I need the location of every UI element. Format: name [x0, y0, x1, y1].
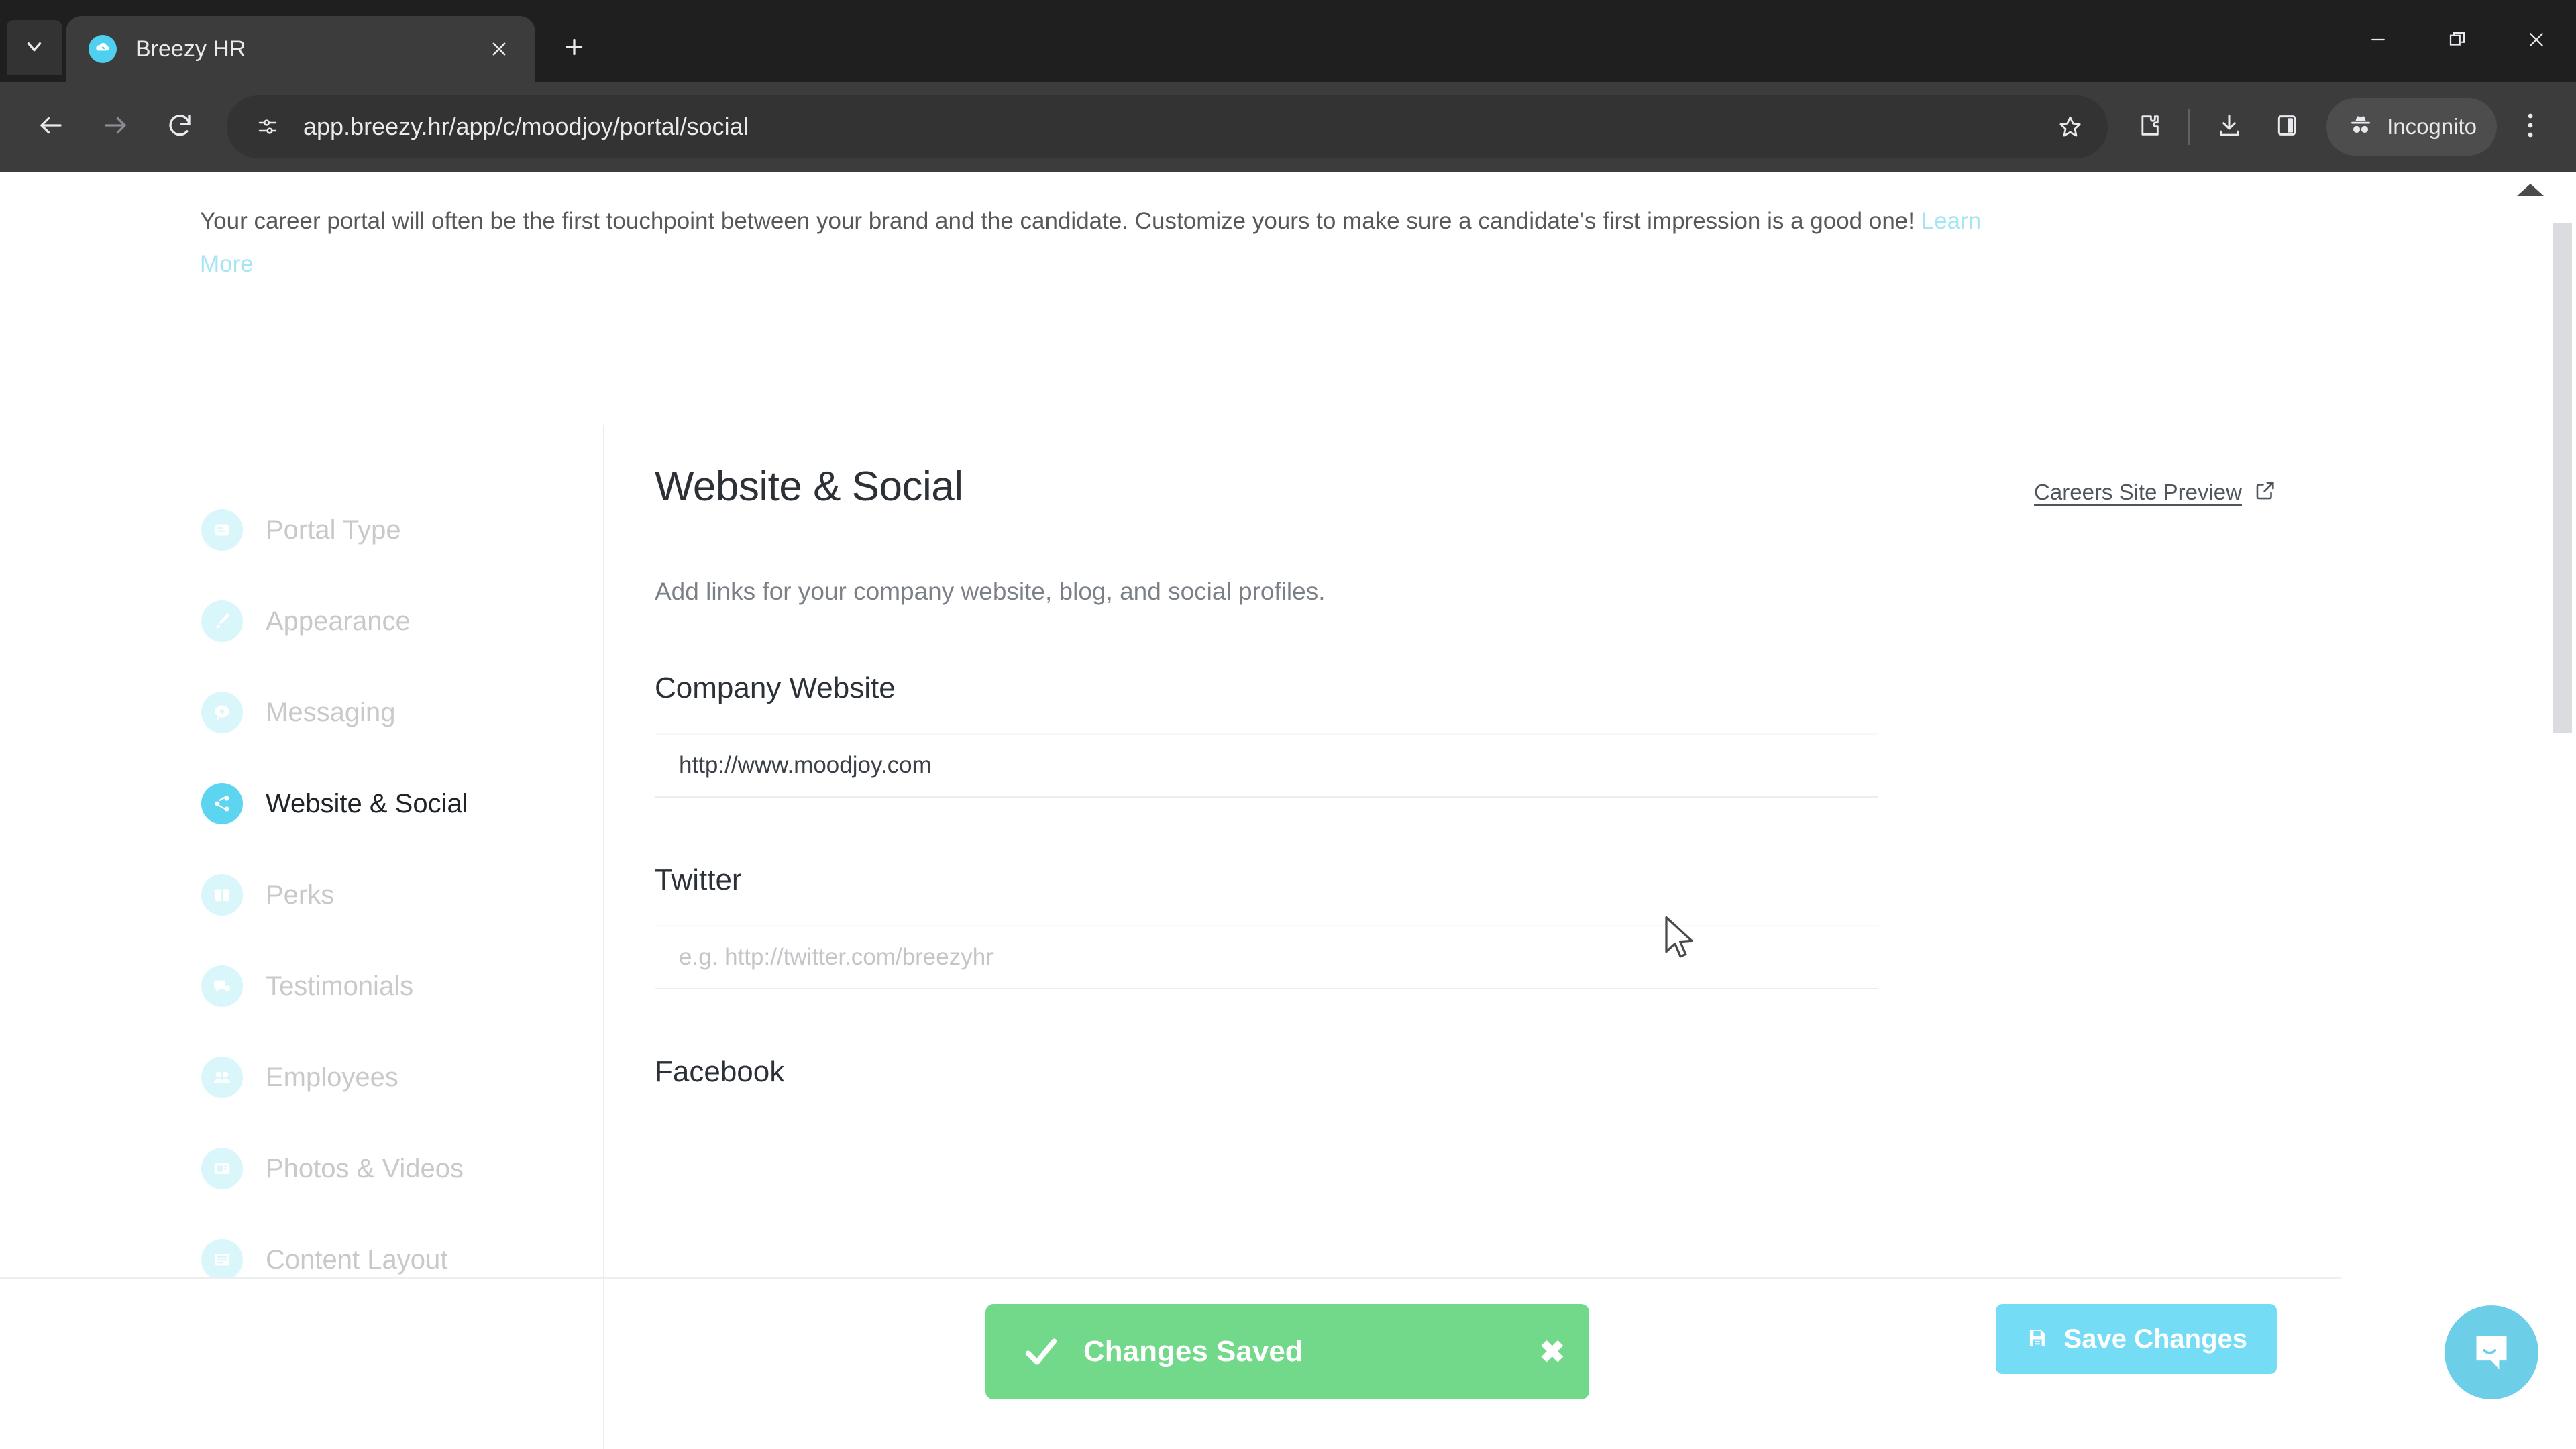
save-changes-button[interactable]: Save Changes — [1995, 1304, 2277, 1374]
sidebar-item-testimonials[interactable]: Testimonials — [0, 941, 604, 1032]
breezy-cloud-icon — [89, 35, 117, 63]
testimonials-icon — [201, 965, 243, 1007]
caret-up-icon[interactable] — [2517, 184, 2544, 196]
messaging-icon — [201, 692, 243, 733]
field-facebook: Facebook — [655, 1055, 2277, 1089]
careers-site-preview-link[interactable]: Careers Site Preview — [2034, 479, 2277, 505]
back-button[interactable] — [19, 95, 83, 159]
sidebar-item-perks[interactable]: Perks — [0, 849, 604, 941]
sidebar-label: Photos & Videos — [266, 1153, 464, 1183]
tab-strip: Breezy HR — [0, 0, 2576, 82]
scrollbar-thumb[interactable] — [2553, 223, 2572, 733]
plus-icon — [562, 35, 586, 62]
browser-toolbar: app.breezy.hr/app/c/moodjoy/portal/socia… — [0, 82, 2576, 172]
restore-icon — [2447, 30, 2467, 53]
forward-button[interactable] — [83, 95, 148, 159]
photos-videos-icon — [201, 1148, 243, 1189]
content-header: Website & Social Careers Site Preview — [655, 463, 2277, 511]
tab-search-button[interactable] — [7, 20, 62, 75]
preview-link-label: Careers Site Preview — [2034, 479, 2242, 504]
close-icon — [2526, 30, 2546, 53]
extensions-puzzle-icon — [2135, 112, 2162, 142]
sidebar-label: Testimonials — [266, 971, 414, 1001]
sidebar-item-photos-videos[interactable]: Photos & Videos — [0, 1123, 604, 1214]
tab-title: Breezy HR — [136, 36, 246, 62]
arrow-left-icon — [37, 111, 65, 143]
perks-icon — [201, 874, 243, 916]
content-layout-icon — [201, 1239, 243, 1281]
portal-type-icon — [201, 509, 243, 551]
browser-tab[interactable]: Breezy HR — [66, 16, 535, 82]
employees-icon — [201, 1057, 243, 1098]
incognito-label: Incognito — [2387, 114, 2477, 139]
close-window-button[interactable] — [2497, 0, 2576, 82]
sidebar-item-employees[interactable]: Employees — [0, 1032, 604, 1123]
incognito-hat-icon — [2347, 111, 2375, 143]
sidebar-label: Perks — [266, 879, 335, 910]
star-icon[interactable] — [2047, 104, 2093, 150]
company-website-input[interactable] — [655, 733, 1878, 798]
save-button-label: Save Changes — [2063, 1324, 2247, 1354]
address-bar[interactable]: app.breezy.hr/app/c/moodjoy/portal/socia… — [227, 95, 2108, 158]
sidebar-item-portal-type[interactable]: Portal Type — [0, 484, 604, 576]
sidebar-label: Content Layout — [266, 1244, 448, 1275]
paintbrush-icon — [201, 600, 243, 642]
minimize-button[interactable] — [2339, 0, 2418, 82]
page-title: Website & Social — [655, 464, 963, 510]
sidebar-label: Employees — [266, 1062, 398, 1092]
maximize-button[interactable] — [2418, 0, 2497, 82]
page-scrollbar[interactable] — [2552, 172, 2576, 1449]
save-bar-divider — [603, 1279, 604, 1449]
sidebar-item-appearance[interactable]: Appearance — [0, 576, 604, 667]
window-controls — [2339, 0, 2576, 82]
share-icon — [201, 783, 243, 824]
arrow-right-icon — [101, 111, 129, 143]
twitter-input[interactable] — [655, 925, 1878, 989]
tab-close-button[interactable] — [482, 32, 517, 66]
sidebar-label: Portal Type — [266, 515, 401, 545]
intro-paragraph: Your career portal will often be the fir… — [200, 200, 2025, 286]
side-panel-icon — [2273, 112, 2300, 142]
sidebar-label: Appearance — [266, 606, 411, 636]
incognito-indicator[interactable]: Incognito — [2326, 98, 2497, 156]
close-x-icon[interactable]: ✖ — [1539, 1336, 1565, 1367]
toast-message: Changes Saved — [1083, 1335, 1303, 1368]
reload-button[interactable] — [148, 95, 212, 159]
sidebar-item-website-social[interactable]: Website & Social — [0, 758, 604, 849]
sidebar-item-messaging[interactable]: Messaging — [0, 667, 604, 758]
browser-window: Breezy HR app.breezy.hr/app/c/moodjoy/po… — [0, 0, 2576, 1449]
floppy-save-icon — [2025, 1326, 2049, 1352]
side-panel-button[interactable] — [2258, 98, 2316, 156]
intercom-launcher-button[interactable] — [2445, 1305, 2538, 1399]
sidebar-label: Messaging — [266, 697, 396, 727]
field-label: Facebook — [655, 1055, 785, 1088]
intercom-chat-icon — [2467, 1327, 2516, 1379]
page-settings-icon[interactable] — [247, 106, 288, 148]
minimize-icon — [2368, 30, 2388, 53]
check-icon — [1022, 1332, 1061, 1371]
toolbar-divider — [2188, 109, 2190, 145]
download-icon — [2216, 112, 2243, 142]
extensions-button[interactable] — [2120, 98, 2178, 156]
browser-menu-button[interactable] — [2504, 98, 2557, 156]
reload-icon — [166, 111, 194, 143]
url-text: app.breezy.hr/app/c/moodjoy/portal/socia… — [303, 113, 749, 140]
page-viewport: Your career portal will often be the fir… — [0, 172, 2576, 1449]
new-tab-button[interactable] — [550, 24, 598, 72]
save-bar: Changes Saved ✖ Save Changes — [0, 1277, 2341, 1449]
field-twitter: Twitter — [655, 863, 2277, 989]
kebab-menu-icon — [2524, 109, 2537, 145]
changes-saved-toast: Changes Saved ✖ — [985, 1304, 1589, 1399]
external-link-icon — [2254, 479, 2277, 505]
intro-text: Your career portal will often be the fir… — [200, 208, 1915, 234]
field-company-website: Company Website — [655, 672, 2277, 798]
sidebar-label: Website & Social — [266, 788, 468, 818]
field-label: Twitter — [655, 863, 742, 896]
downloads-button[interactable] — [2200, 98, 2258, 156]
chevron-down-icon — [23, 35, 46, 61]
content-subtitle: Add links for your company website, blog… — [655, 578, 1326, 605]
field-label: Company Website — [655, 672, 896, 704]
portal-settings-card: Portal Type Appearance Messaging Website… — [0, 425, 2341, 1449]
